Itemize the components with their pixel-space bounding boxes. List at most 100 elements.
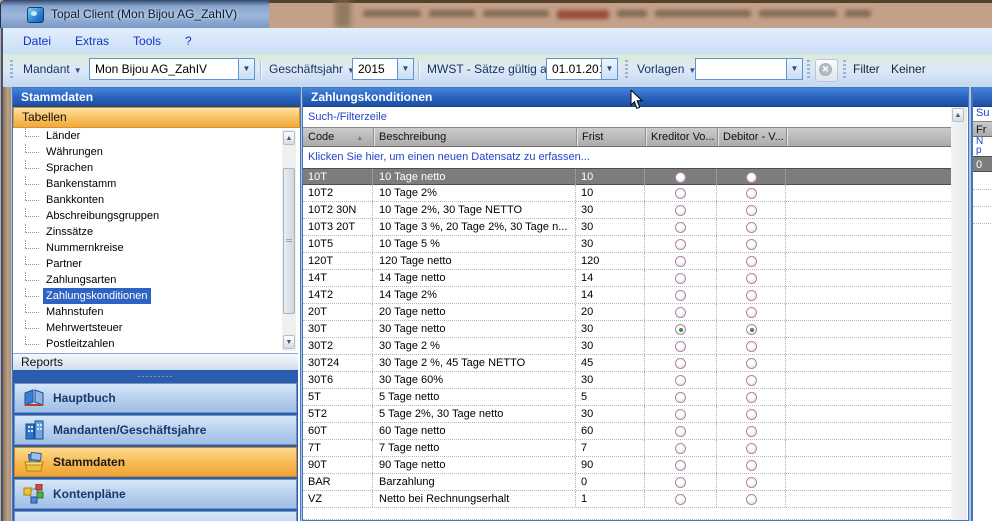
debitor-radio[interactable] <box>746 392 757 403</box>
debitor-radio[interactable] <box>746 443 757 454</box>
menu-item-tools[interactable]: Tools <box>121 28 173 54</box>
right-pane-filter-row[interactable]: Su <box>973 106 992 121</box>
debitor-radio[interactable] <box>746 188 757 199</box>
kreditor-radio[interactable] <box>675 188 686 199</box>
geschaeftsjahr-dropdown-button[interactable]: Geschäftsjahr▼ <box>265 57 359 81</box>
debitor-radio[interactable] <box>746 358 757 369</box>
nav-item-partial[interactable] <box>14 511 297 521</box>
debitor-radio[interactable] <box>746 375 757 386</box>
mandant-combobox[interactable]: Mon Bijou AG_ZahIV ▼ <box>89 58 255 80</box>
geschaeftsjahr-combobox[interactable]: 2015 ▼ <box>352 58 414 80</box>
debitor-radio[interactable] <box>746 307 757 318</box>
vorlagen-dropdown-button[interactable]: Vorlagen▼ <box>633 57 700 81</box>
kreditor-radio[interactable] <box>675 239 686 250</box>
table-row-90t[interactable]: 90T90 Tage netto90 <box>303 457 951 474</box>
combo-arrow-icon[interactable]: ▼ <box>601 59 617 79</box>
debitor-radio[interactable] <box>746 222 757 233</box>
table-row-10t2[interactable]: 10T210 Tage 2%10 <box>303 185 951 202</box>
kreditor-radio[interactable] <box>675 205 686 216</box>
sidebar-item-abschreibungsgruppen[interactable]: Abschreibungsgruppen <box>13 208 298 224</box>
nav-item-kontenplaene[interactable]: Kontenpläne <box>14 479 297 509</box>
debitor-radio[interactable] <box>746 273 757 284</box>
kreditor-radio[interactable] <box>675 290 686 301</box>
sidebar-item-postleitzahlen[interactable]: Postleitzahlen <box>13 336 298 352</box>
combo-arrow-icon[interactable]: ▼ <box>397 59 413 79</box>
debitor-radio[interactable] <box>746 341 757 352</box>
splitter-handle[interactable]: ········· <box>13 370 298 383</box>
column-header-frist[interactable]: Frist <box>576 128 645 146</box>
nav-item-mandanten-geschaeftsjahre[interactable]: Mandanten/Geschäftsjahre <box>14 415 297 445</box>
debitor-radio[interactable] <box>746 239 757 250</box>
sidebar-item-bankenstamm[interactable]: Bankenstamm <box>13 176 298 192</box>
table-row-10t[interactable]: 10T10 Tage netto10 <box>303 168 951 185</box>
sidebar-item-zahlungsarten[interactable]: Zahlungsarten <box>13 272 298 288</box>
debitor-radio[interactable] <box>746 290 757 301</box>
table-row-bar[interactable]: BARBarzahlung0 <box>303 474 951 491</box>
kreditor-radio[interactable] <box>675 172 686 183</box>
debitor-radio[interactable] <box>746 426 757 437</box>
kreditor-radio[interactable] <box>675 392 686 403</box>
table-row-vz[interactable]: VZNetto bei Rechnungserhalt1 <box>303 491 951 508</box>
sidebar-item-bankkonten[interactable]: Bankkonten <box>13 192 298 208</box>
nav-item-stammdaten[interactable]: Stammdaten <box>14 447 297 477</box>
debitor-radio[interactable] <box>746 409 757 420</box>
title-bar[interactable]: Topal Client (Mon Bijou AG_ZahIV) <box>0 0 269 28</box>
column-header-debitor[interactable]: Debitor - V... <box>717 128 786 146</box>
kreditor-radio[interactable] <box>675 341 686 352</box>
kreditor-radio[interactable] <box>675 443 686 454</box>
sidebar-item-nummernkreise[interactable]: Nummernkreise <box>13 240 298 256</box>
sidebar-item-mehrwertsteuer[interactable]: Mehrwertsteuer <box>13 320 298 336</box>
table-row-120t[interactable]: 120T120 Tage netto120 <box>303 253 951 270</box>
table-row-10t3-20t[interactable]: 10T3 20T10 Tage 3 %, 20 Tage 2%, 30 Tage… <box>303 219 951 236</box>
menu-item-hilfe[interactable]: ? <box>173 28 204 54</box>
sidebar-section-tabellen[interactable]: Tabellen <box>13 107 300 128</box>
table-row-7t[interactable]: 7T7 Tage netto7 <box>303 440 951 457</box>
kreditor-radio[interactable] <box>675 460 686 471</box>
table-row-30t6[interactable]: 30T630 Tage 60%30 <box>303 372 951 389</box>
grid-scrollbar[interactable]: ▲ <box>951 107 967 520</box>
column-header-beschreibung[interactable]: Beschreibung <box>373 128 576 146</box>
toolbar-grip[interactable] <box>843 60 846 80</box>
table-row-20t[interactable]: 20T20 Tage netto20 <box>303 304 951 321</box>
kreditor-radio[interactable] <box>675 477 686 488</box>
menu-item-datei[interactable]: Datei <box>11 28 63 54</box>
scroll-up-icon[interactable]: ▲ <box>283 131 295 145</box>
sidebar-item-währungen[interactable]: Währungen <box>13 144 298 160</box>
mwst-date-combobox[interactable]: 01.01.2011 ▼ <box>546 58 618 80</box>
table-row-5t2[interactable]: 5T25 Tage 2%, 30 Tage netto30 <box>303 406 951 423</box>
kreditor-radio[interactable] <box>675 494 686 505</box>
toolbar-grip[interactable] <box>625 60 628 80</box>
mandant-dropdown-button[interactable]: Mandant▼ <box>19 57 86 81</box>
debitor-radio[interactable] <box>746 494 757 505</box>
debitor-radio[interactable] <box>746 477 757 488</box>
toolbar-grip[interactable] <box>807 60 810 80</box>
kreditor-radio[interactable] <box>675 426 686 437</box>
column-header-code[interactable]: Code▲ <box>303 128 373 146</box>
table-row-30t24[interactable]: 30T2430 Tage 2 %, 45 Tage NETTO45 <box>303 355 951 372</box>
toolbar-grip[interactable] <box>10 60 13 80</box>
tree-scrollbar[interactable]: ▲ ▼ <box>282 130 296 351</box>
debitor-radio[interactable] <box>746 172 757 183</box>
vorlagen-combobox[interactable]: ▼ <box>695 58 803 80</box>
search-filter-row[interactable]: Such-/Filterzeile <box>303 107 951 128</box>
sidebar-section-reports[interactable]: Reports <box>13 353 298 370</box>
sidebar-item-länder[interactable]: Länder <box>13 128 298 144</box>
scroll-up-icon[interactable]: ▲ <box>952 108 964 122</box>
table-row-14t2[interactable]: 14T214 Tage 2%14 <box>303 287 951 304</box>
kreditor-radio[interactable] <box>675 273 686 284</box>
sidebar-item-partner[interactable]: Partner <box>13 256 298 272</box>
menu-item-extras[interactable]: Extras <box>63 28 121 54</box>
combo-arrow-icon[interactable]: ▼ <box>786 59 802 79</box>
kreditor-radio[interactable] <box>675 307 686 318</box>
table-row-10t2-30n[interactable]: 10T2 30N10 Tage 2%, 30 Tage NETTO30 <box>303 202 951 219</box>
kreditor-radio[interactable] <box>675 222 686 233</box>
right-pane-selected-row[interactable]: 0 <box>973 156 992 172</box>
table-row-14t[interactable]: 14T14 Tage netto14 <box>303 270 951 287</box>
nav-item-hauptbuch[interactable]: Hauptbuch <box>14 383 297 413</box>
debitor-radio[interactable] <box>746 460 757 471</box>
scroll-down-icon[interactable]: ▼ <box>283 335 295 349</box>
table-row-30t[interactable]: 30T30 Tage netto30 <box>303 321 951 338</box>
sidebar-item-mahnstufen[interactable]: Mahnstufen <box>13 304 298 320</box>
right-pane-new-link[interactable]: N <box>973 137 992 146</box>
kreditor-radio[interactable] <box>675 375 686 386</box>
